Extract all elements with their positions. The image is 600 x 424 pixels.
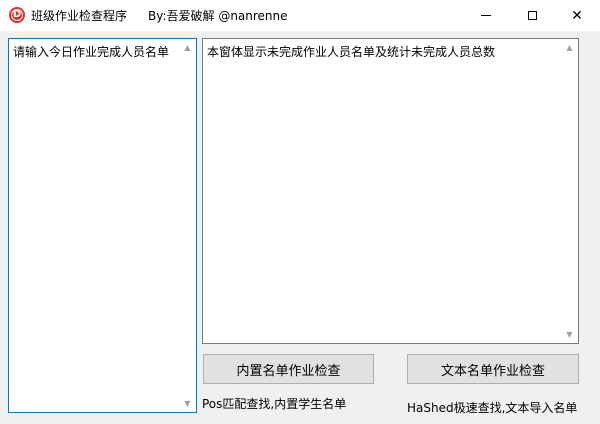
completed-names-input[interactable]: 请输入今日作业完成人员名单 ▲ ▼ (8, 38, 197, 413)
completed-names-text: 请输入今日作业完成人员名单 (13, 45, 170, 59)
left-scrollbar[interactable]: ▲ ▼ (179, 39, 196, 412)
result-output-text: 本窗体显示未完成作业人员名单及统计未完成人员总数 (207, 45, 496, 59)
close-icon: ✕ (571, 7, 583, 24)
right-scrollbar[interactable]: ▲ ▼ (561, 39, 578, 343)
close-button[interactable]: ✕ (554, 0, 600, 31)
author-label: By:吾爱破解 @nanrenne (148, 9, 288, 23)
scroll-up-icon[interactable]: ▲ (179, 39, 196, 56)
window-title: 班级作业检查程序 (31, 9, 128, 23)
title-bar[interactable]: D 班级作业检查程序 By:吾爱破解 @nanrenne ✕ (0, 0, 600, 31)
maximize-icon (527, 11, 537, 20)
minimize-button[interactable] (463, 0, 509, 31)
scroll-down-icon[interactable]: ▼ (561, 326, 578, 343)
hash-method-note: HaShed极速查找,文本导入名单 (407, 401, 578, 415)
result-output[interactable]: 本窗体显示未完成作业人员名单及统计未完成人员总数 ▲ ▼ (202, 38, 579, 344)
scroll-up-icon[interactable]: ▲ (561, 39, 578, 56)
maximize-button[interactable] (509, 0, 555, 31)
text-list-check-button[interactable]: 文本名单作业检查 (407, 354, 579, 384)
pos-method-note: Pos匹配查找,内置学生名单 (202, 397, 347, 411)
app-logo-icon: D (9, 7, 25, 23)
main-window: D 班级作业检查程序 By:吾爱破解 @nanrenne ✕ 请输入今日作业完成… (0, 0, 600, 424)
builtin-list-check-button[interactable]: 内置名单作业检查 (203, 354, 374, 384)
scroll-down-icon[interactable]: ▼ (179, 395, 196, 412)
minimize-icon (481, 15, 491, 16)
